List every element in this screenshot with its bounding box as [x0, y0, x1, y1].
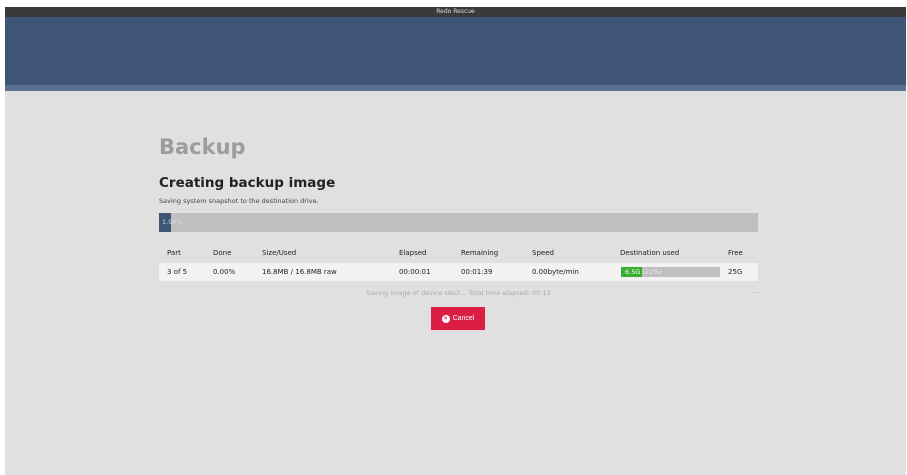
header-speed: Speed: [532, 249, 554, 257]
destination-used-label: 6.5G (21%): [625, 267, 662, 277]
progress-table: Part Done Size/Used Elapsed Remaining Sp…: [159, 244, 758, 281]
cell-elapsed: 00:00:01: [399, 268, 431, 276]
app-window: Redo Rescue Backup Creating backup image…: [5, 7, 906, 475]
cell-size-used: 16.8MB / 16.8MB raw: [262, 268, 337, 276]
section-title: Creating backup image: [159, 175, 336, 191]
window-title: Redo Rescue: [5, 7, 906, 17]
header-stripe: [5, 85, 906, 91]
cell-free: 25G: [728, 268, 743, 276]
destination-used-percent: (21%): [642, 268, 662, 276]
header-size-used: Size/Used: [262, 249, 297, 257]
cancel-button[interactable]: × Cancel: [431, 307, 485, 330]
header-free: Free: [728, 249, 743, 257]
cell-part: 3 of 5: [167, 268, 188, 276]
times-circle-icon: ×: [441, 314, 450, 323]
cell-done: 0.00%: [213, 268, 236, 276]
more-indicator: ...: [751, 287, 760, 295]
overall-progress-bar: 1.98%: [159, 213, 758, 232]
cancel-button-label: Cancel: [452, 315, 475, 322]
cell-remaining: 00:01:39: [461, 268, 493, 276]
header-elapsed: Elapsed: [399, 249, 427, 257]
cell-speed: 0.00byte/min: [532, 268, 579, 276]
status-text: Saving image of device sda3... Total tim…: [366, 289, 551, 297]
header-remaining: Remaining: [461, 249, 499, 257]
subtitle: Saving system snapshot to the destinatio…: [159, 197, 319, 205]
table-row: 3 of 5 0.00% 16.8MB / 16.8MB raw 00:00:0…: [159, 263, 758, 281]
header-done: Done: [213, 249, 232, 257]
destination-used-bar: 6.5G (21%): [621, 267, 720, 277]
destination-used-amount: 6.5G: [625, 268, 641, 276]
table-header: Part Done Size/Used Elapsed Remaining Sp…: [159, 244, 758, 263]
header-part: Part: [167, 249, 181, 257]
page-title: Backup: [159, 135, 246, 159]
header-destination-used: Destination used: [620, 249, 680, 257]
app-header: [5, 17, 906, 85]
overall-progress-label: 1.98%: [162, 218, 183, 226]
